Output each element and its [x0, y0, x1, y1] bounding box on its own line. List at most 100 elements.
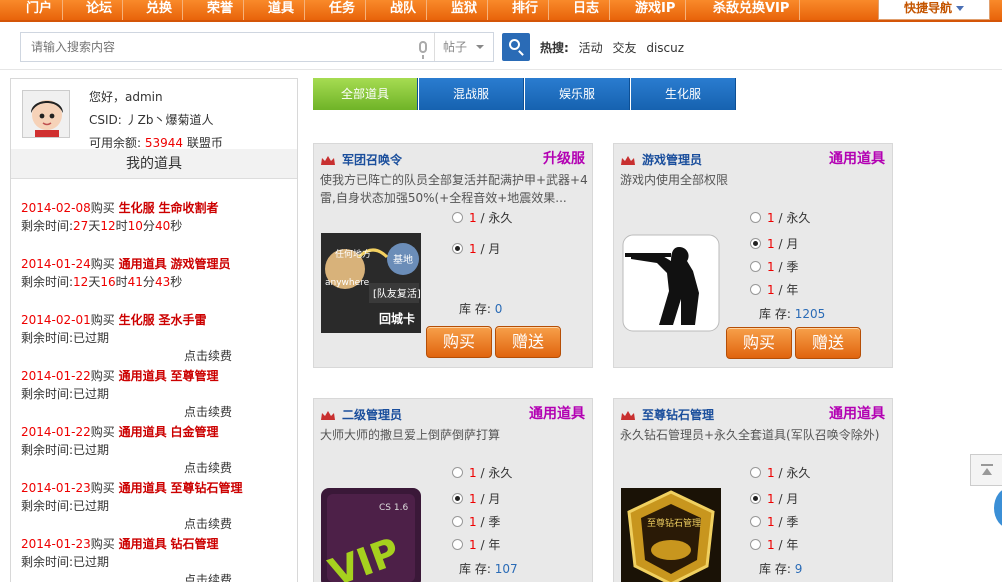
option-count: 1 — [767, 237, 775, 251]
image-text: CS 1.6 — [379, 503, 408, 513]
csid: CSID: 丿Zb丶爆菊道人 — [89, 113, 214, 127]
search-bar: 帖子 热搜: 活动 交友 discuz — [0, 22, 1002, 70]
duration-option[interactable]: 1 / 永久 — [452, 464, 512, 481]
top-nav: 门户 论坛 兑换 荣誉 道具 任务 战队 监狱 排行 日志 游戏IP 杀敌兑换V… — [0, 0, 1002, 22]
renew-link[interactable]: 点击续费 — [184, 515, 232, 533]
item-card: 游戏管理员 通用道具 游戏内使用全部权限 1 / 永久 1 / 月 1 / 季 … — [613, 143, 893, 368]
radio-button[interactable] — [452, 493, 463, 504]
item-name[interactable]: 军团召唤令 — [342, 151, 402, 168]
purchase-record: 2014-01-22购买 通用道具 白金管理 剩余时间:已过期 点击续费 — [21, 423, 291, 475]
hot-term[interactable]: 交友 — [612, 41, 636, 55]
nav-item-jail[interactable]: 监狱 — [441, 0, 489, 20]
option-unit: / 年 — [778, 283, 799, 297]
item-card: 二级管理员 通用道具 大师大师的撒旦爱上倒萨倒萨打算 CS 1.6 VIP 1 … — [313, 398, 593, 582]
purchase-item[interactable]: 游戏管理员 — [170, 257, 230, 271]
radio-button[interactable] — [750, 467, 761, 478]
quick-nav-button[interactable]: 快捷导航 — [878, 0, 990, 20]
radio-button[interactable] — [750, 284, 761, 295]
renew-link[interactable]: 点击续费 — [184, 347, 232, 365]
image-text: 至尊钻石管理 — [647, 517, 701, 529]
tab-zombie[interactable]: 生化服 — [631, 78, 736, 110]
hot-term[interactable]: discuz — [646, 41, 684, 55]
nav-item-forum[interactable]: 论坛 — [76, 0, 124, 20]
nav-item-tasks[interactable]: 任务 — [319, 0, 367, 20]
radio-button[interactable] — [452, 243, 463, 254]
nav-item-honor[interactable]: 荣誉 — [197, 0, 245, 20]
duration-option[interactable]: 1 / 季 — [750, 513, 798, 530]
purchase-date: 2014-01-22 — [21, 369, 91, 383]
duration-option[interactable]: 1 / 年 — [750, 281, 798, 298]
nav-item-team[interactable]: 战队 — [380, 0, 428, 20]
radio-button[interactable] — [750, 261, 761, 272]
nav-item-log[interactable]: 日志 — [563, 0, 611, 20]
radio-button[interactable] — [750, 516, 761, 527]
option-unit: / 季 — [778, 260, 799, 274]
purchase-item[interactable]: 至尊管理 — [170, 369, 218, 383]
remaining-h: 16 — [100, 275, 116, 289]
purchase-record: 2014-01-24购买 通用道具 游戏管理员 剩余时间:12天16时41分43秒 — [21, 255, 291, 291]
purchase-item[interactable]: 钻石管理 — [170, 537, 218, 551]
nav-item-game-ip[interactable]: 游戏IP — [625, 0, 687, 20]
avatar[interactable] — [22, 90, 70, 138]
buy-button[interactable]: 购买 — [426, 326, 492, 358]
item-name[interactable]: 至尊钻石管理 — [642, 406, 714, 423]
microphone-icon[interactable] — [419, 41, 427, 59]
radio-button[interactable] — [452, 516, 463, 527]
chat-bubble-icon[interactable] — [994, 488, 1002, 528]
hot-term[interactable]: 活动 — [579, 41, 603, 55]
radio-button[interactable] — [452, 467, 463, 478]
radio-button[interactable] — [750, 212, 761, 223]
purchase-item[interactable]: 圣水手雷 — [158, 313, 206, 327]
purchase-item[interactable]: 生命收割者 — [158, 201, 218, 215]
tab-melee[interactable]: 混战服 — [419, 78, 524, 110]
nav-item-kill-vip[interactable]: 杀敌兑换VIP — [703, 0, 801, 20]
duration-option[interactable]: 1 / 月 — [452, 490, 500, 507]
purchase-item[interactable]: 至尊钻石管理 — [170, 481, 242, 495]
back-to-top-button[interactable] — [970, 454, 1002, 486]
duration-option[interactable]: 1 / 永久 — [750, 209, 810, 226]
duration-option[interactable]: 1 / 月 — [750, 235, 798, 252]
image-text: [队友复活] — [373, 287, 421, 300]
remaining-m: 10 — [127, 219, 143, 233]
remaining-unit: 秒 — [170, 275, 183, 289]
item-description: 游戏内使用全部权限 — [620, 173, 729, 187]
duration-option[interactable]: 1 / 年 — [750, 536, 798, 553]
search-input[interactable] — [21, 33, 431, 61]
duration-option[interactable]: 1 / 季 — [750, 258, 798, 275]
stock-label: 库 存: — [759, 562, 791, 576]
duration-option[interactable]: 1 / 月 — [750, 490, 798, 507]
item-name[interactable]: 二级管理员 — [342, 406, 402, 423]
buy-button[interactable]: 购买 — [726, 327, 792, 359]
nav-item-props[interactable]: 道具 — [258, 0, 306, 20]
crown-icon — [321, 411, 335, 420]
expired-text: 已过期 — [73, 555, 110, 569]
radio-button[interactable] — [750, 238, 761, 249]
renew-link[interactable]: 点击续费 — [184, 403, 232, 421]
gift-button[interactable]: 赠送 — [795, 327, 861, 359]
item-description: 大师大师的撒旦爱上倒萨倒萨打算 — [320, 428, 501, 442]
search-type-select[interactable]: 帖子 — [434, 33, 494, 61]
stock-value: 107 — [494, 562, 518, 576]
duration-option[interactable]: 1 / 年 — [452, 536, 500, 553]
tab-fun[interactable]: 娱乐服 — [525, 78, 630, 110]
renew-link[interactable]: 点击续费 — [184, 459, 232, 477]
search-button[interactable] — [502, 33, 530, 61]
purchase-item[interactable]: 白金管理 — [170, 425, 218, 439]
duration-option[interactable]: 1 / 永久 — [750, 464, 810, 481]
remaining-label: 剩余时间: — [21, 331, 74, 345]
duration-option[interactable]: 1 / 月 — [452, 240, 500, 257]
radio-button[interactable] — [750, 539, 761, 550]
duration-option[interactable]: 1 / 永久 — [452, 209, 512, 226]
tab-all[interactable]: 全部道具 — [313, 78, 418, 110]
item-name[interactable]: 游戏管理员 — [642, 151, 702, 168]
nav-item-exchange[interactable]: 兑换 — [136, 0, 184, 20]
crown-icon — [321, 156, 335, 165]
gift-button[interactable]: 赠送 — [495, 326, 561, 358]
radio-button[interactable] — [750, 493, 761, 504]
nav-item-ranking[interactable]: 排行 — [502, 0, 550, 20]
nav-item-portal[interactable]: 门户 — [16, 0, 64, 20]
radio-button[interactable] — [452, 539, 463, 550]
renew-link[interactable]: 点击续费 — [184, 571, 232, 582]
radio-button[interactable] — [452, 212, 463, 223]
duration-option[interactable]: 1 / 季 — [452, 513, 500, 530]
